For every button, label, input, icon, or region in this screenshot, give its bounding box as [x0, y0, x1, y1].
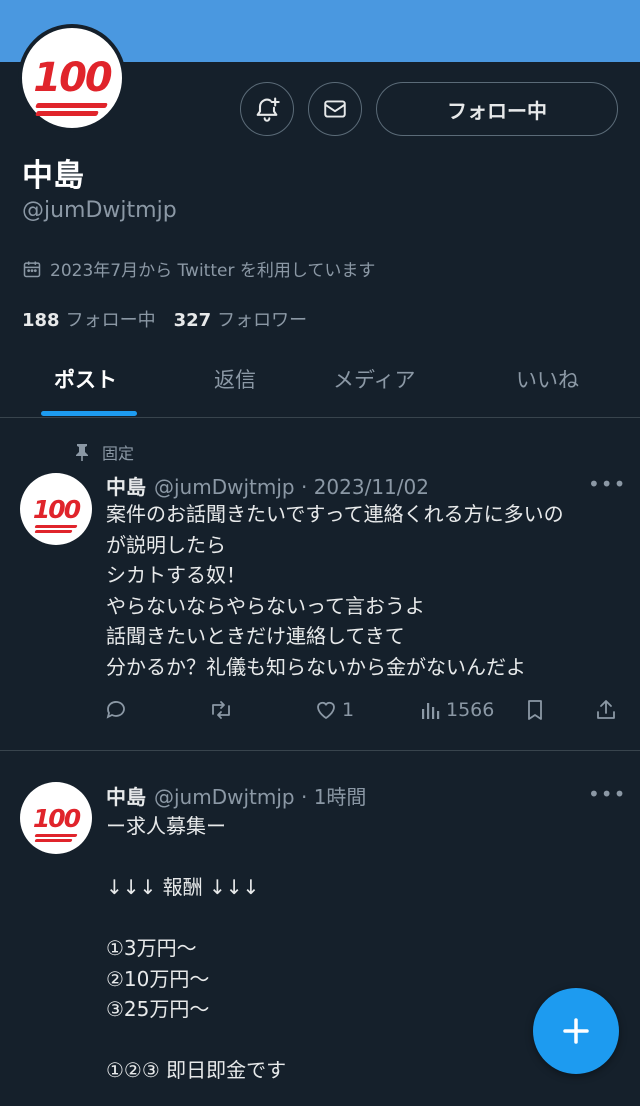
- tab-likes[interactable]: いいね: [516, 364, 579, 394]
- repost-button[interactable]: [208, 698, 234, 722]
- tweet-text: 案件のお話聞きたいですって連絡くれる方に多いの が説明したら シカトする奴！ や…: [106, 502, 564, 679]
- tweet-avatar[interactable]: 100: [20, 782, 92, 854]
- tweet-time[interactable]: 2023/11/02: [314, 475, 429, 499]
- reply-button[interactable]: [104, 698, 128, 722]
- tweet-divider: [0, 750, 640, 751]
- calendar-icon: [23, 261, 41, 277]
- profile-name: 中島: [22, 158, 84, 194]
- hundred-points-icon: 100: [33, 58, 113, 116]
- follow-stats: 188 フォロー中 327 フォロワー: [22, 306, 307, 332]
- join-date-text: 2023年7月から Twitter を利用しています: [50, 261, 376, 281]
- heart-icon: [317, 701, 335, 720]
- active-tab-indicator: [41, 411, 137, 416]
- bookmark-button[interactable]: [524, 698, 546, 722]
- view-count: 1566: [446, 699, 495, 721]
- pinned-label: 固定: [74, 440, 134, 464]
- tab-replies[interactable]: 返信: [214, 364, 256, 394]
- share-icon: [597, 700, 615, 719]
- following-stat[interactable]: 188 フォロー中: [22, 306, 156, 332]
- tweet-text: ー求人募集ー ↓↓↓ 報酬 ↓↓↓ ①3万円〜 ②10万円〜 ③25万円〜 ①②…: [106, 814, 287, 1082]
- tweet-avatar[interactable]: 100: [20, 473, 92, 545]
- views-icon: [422, 703, 440, 719]
- tab-media[interactable]: メディア: [333, 364, 416, 394]
- tweet-author-name[interactable]: 中島: [106, 475, 146, 499]
- followers-stat[interactable]: 327 フォロワー: [174, 306, 308, 332]
- message-button[interactable]: [308, 82, 362, 136]
- bookmark-icon: [528, 700, 542, 720]
- bell-plus-icon: [256, 97, 280, 122]
- tweet-actions: 1 1566: [104, 698, 624, 724]
- repost-icon: [212, 701, 230, 719]
- like-button[interactable]: 1: [314, 698, 354, 722]
- tweet-header: 中島 @jumDwjtmjp · 1時間: [106, 785, 367, 809]
- profile-tabs: ポスト 返信 メディア いいね: [0, 356, 640, 418]
- views-button[interactable]: 1566: [420, 698, 494, 722]
- join-date: 2023年7月から Twitter を利用しています: [22, 256, 375, 281]
- tweet-author-name[interactable]: 中島: [106, 785, 146, 809]
- share-button[interactable]: [594, 698, 618, 722]
- compose-button[interactable]: [533, 988, 619, 1074]
- tweet-header: 中島 @jumDwjtmjp · 2023/11/02: [106, 475, 429, 499]
- reply-icon: [106, 701, 125, 719]
- more-options-icon[interactable]: •••: [588, 472, 626, 496]
- envelope-icon: [324, 100, 346, 118]
- profile-handle: @jumDwjtmjp: [22, 198, 177, 223]
- pin-icon: [76, 444, 88, 461]
- more-options-icon[interactable]: •••: [588, 782, 626, 806]
- following-button[interactable]: フォロー中: [376, 82, 618, 136]
- hundred-points-icon: 100: [33, 497, 81, 533]
- tweet-time[interactable]: 1時間: [314, 785, 367, 809]
- profile-avatar[interactable]: 100: [18, 24, 126, 132]
- tweet-author-handle[interactable]: @jumDwjtmjp: [154, 785, 295, 809]
- notify-button[interactable]: [240, 82, 294, 136]
- hundred-points-icon: 100: [33, 806, 81, 842]
- tab-posts[interactable]: ポスト: [54, 364, 117, 394]
- like-count: 1: [342, 699, 355, 721]
- plus-icon: [563, 1018, 589, 1044]
- tweet-author-handle[interactable]: @jumDwjtmjp: [154, 475, 295, 499]
